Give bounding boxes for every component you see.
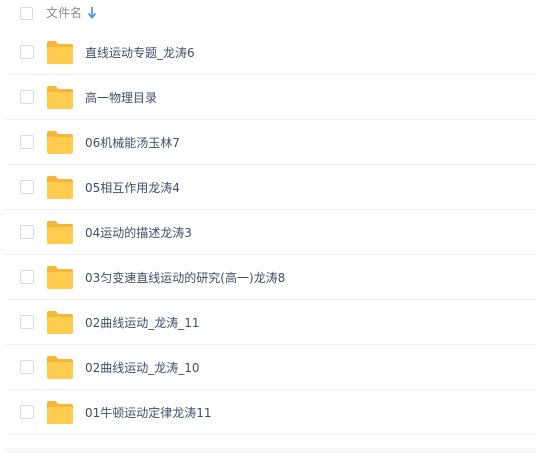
- row-checkbox[interactable]: [20, 360, 34, 374]
- folder-icon: [47, 266, 73, 289]
- file-row[interactable]: 01牛顿运动定律龙涛11: [4, 391, 536, 435]
- file-name[interactable]: 05相互作用龙涛4: [85, 179, 180, 197]
- list-footer-divider: [4, 448, 536, 453]
- select-all-checkbox[interactable]: [20, 7, 33, 20]
- file-row[interactable]: 04运动的描述龙涛3: [4, 211, 536, 255]
- row-checkbox[interactable]: [20, 180, 34, 194]
- column-header-filename[interactable]: 文件名: [46, 5, 82, 21]
- folder-icon: [47, 86, 73, 109]
- file-name[interactable]: 直线运动专题_龙涛6: [85, 44, 195, 62]
- row-checkbox[interactable]: [20, 405, 34, 419]
- file-list-header: 文件名: [0, 0, 536, 30]
- file-name[interactable]: 02曲线运动_龙涛_10: [85, 359, 200, 377]
- folder-icon: [47, 41, 73, 64]
- row-checkbox[interactable]: [20, 135, 34, 149]
- file-name[interactable]: 高一物理目录: [85, 89, 157, 107]
- file-row[interactable]: 高一物理目录: [4, 76, 536, 120]
- arrow-down-icon[interactable]: [87, 6, 97, 20]
- row-checkbox[interactable]: [20, 270, 34, 284]
- file-name[interactable]: 02曲线运动_龙涛_11: [85, 314, 200, 332]
- file-name[interactable]: 04运动的描述龙涛3: [85, 224, 192, 242]
- file-row[interactable]: 02曲线运动_龙涛_11: [4, 301, 536, 345]
- file-list: 文件名 直线运动专题_龙涛6 高一物理目录 06机械能汤玉林7 05相互作用龙涛…: [0, 0, 536, 453]
- row-checkbox[interactable]: [20, 45, 34, 59]
- folder-icon: [47, 311, 73, 334]
- folder-icon: [47, 221, 73, 244]
- folder-icon: [47, 176, 73, 199]
- file-name[interactable]: 01牛顿运动定律龙涛11: [85, 404, 212, 422]
- file-row[interactable]: 直线运动专题_龙涛6: [4, 31, 536, 75]
- folder-icon: [47, 401, 73, 424]
- file-name[interactable]: 06机械能汤玉林7: [85, 134, 180, 152]
- row-checkbox[interactable]: [20, 225, 34, 239]
- row-checkbox[interactable]: [20, 315, 34, 329]
- folder-icon: [47, 131, 73, 154]
- file-name[interactable]: 03匀变速直线运动的研究(高一)龙涛8: [85, 269, 285, 287]
- file-row[interactable]: 03匀变速直线运动的研究(高一)龙涛8: [4, 256, 536, 300]
- file-row[interactable]: 05相互作用龙涛4: [4, 166, 536, 210]
- folder-icon: [47, 356, 73, 379]
- file-row[interactable]: 02曲线运动_龙涛_10: [4, 346, 536, 390]
- file-row[interactable]: 06机械能汤玉林7: [4, 121, 536, 165]
- row-checkbox[interactable]: [20, 90, 34, 104]
